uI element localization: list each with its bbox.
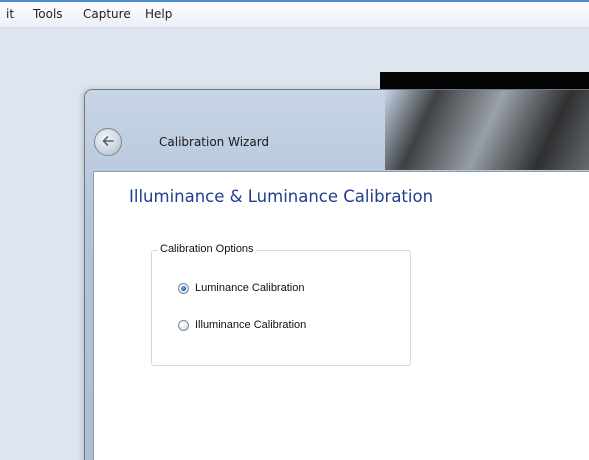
calibration-wizard-window: Calibration Wizard Illuminance & Luminan… xyxy=(84,89,589,460)
window-frame-glass xyxy=(385,90,589,170)
menu-item-edit[interactable]: it xyxy=(6,7,14,21)
menu-item-tools[interactable]: Tools xyxy=(33,7,63,21)
luminance-calibration-option[interactable]: Luminance Calibration xyxy=(178,281,304,295)
calibration-options-group: Calibration Options Luminance Calibratio… xyxy=(151,243,411,366)
group-legend: Calibration Options xyxy=(158,243,256,255)
back-arrow-icon xyxy=(102,136,114,146)
luminance-label[interactable]: Luminance Calibration xyxy=(195,282,304,294)
illuminance-calibration-option[interactable]: Illuminance Calibration xyxy=(178,318,306,332)
illuminance-label[interactable]: Illuminance Calibration xyxy=(195,319,306,331)
menu-item-help[interactable]: Help xyxy=(145,7,172,21)
back-button[interactable] xyxy=(94,128,122,156)
wizard-title: Calibration Wizard xyxy=(159,135,270,149)
page-heading: Illuminance & Luminance Calibration xyxy=(129,187,434,206)
illuminance-radio[interactable] xyxy=(178,319,189,331)
luminance-radio[interactable] xyxy=(178,282,189,294)
menu-item-capture[interactable]: Capture xyxy=(83,7,131,21)
wizard-content: Illuminance & Luminance Calibration Cali… xyxy=(93,171,589,460)
menu-bar: it Tools Capture Help xyxy=(0,0,589,28)
